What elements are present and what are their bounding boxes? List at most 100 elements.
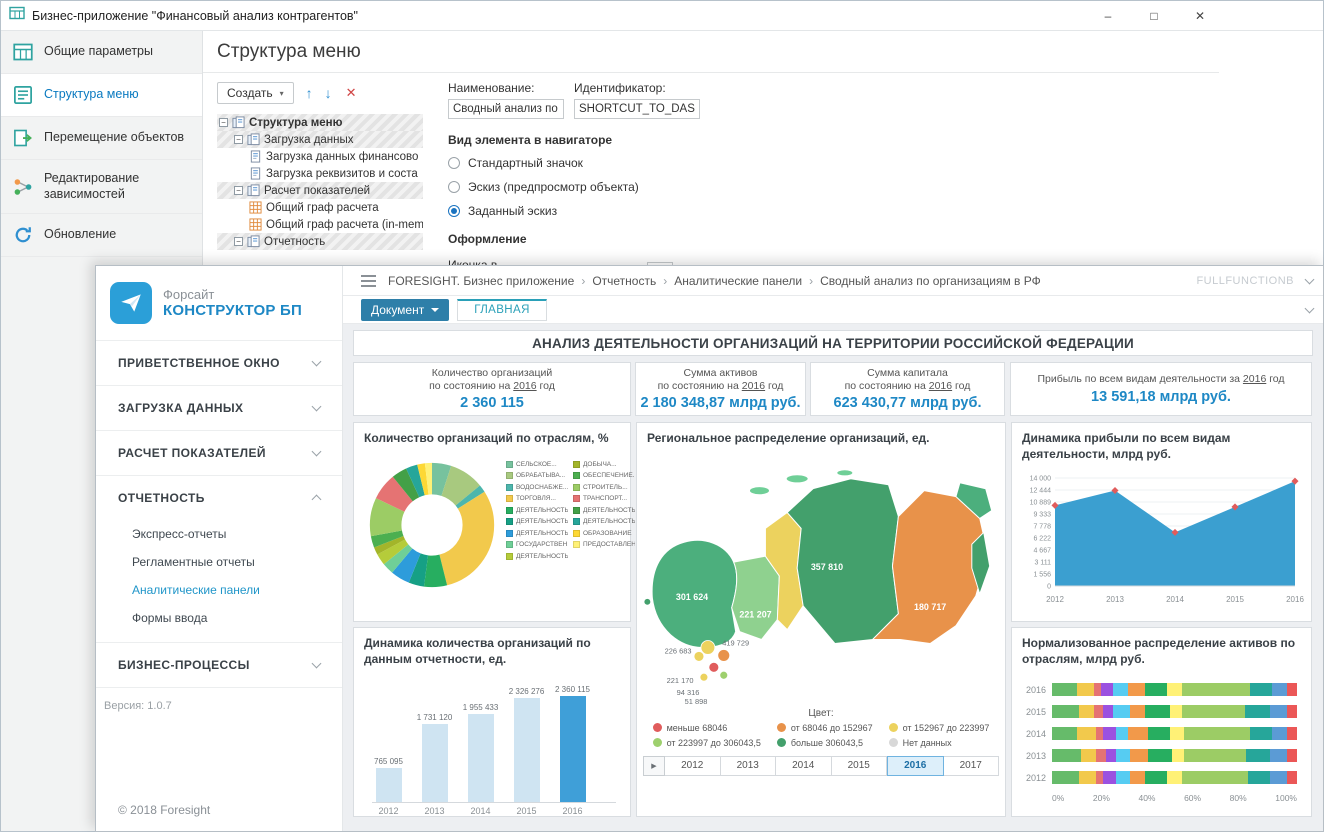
tab-main[interactable]: ГЛАВНАЯ bbox=[457, 299, 547, 321]
stacked-segment bbox=[1052, 705, 1079, 718]
radio-option[interactable]: Эскиз (предпросмотр объекта) bbox=[448, 180, 918, 194]
delete-button[interactable]: ✕ bbox=[346, 85, 357, 101]
stacked-segment bbox=[1128, 727, 1148, 740]
map-small-region[interactable] bbox=[701, 640, 715, 654]
nav-section[interactable]: ПРИВЕТСТВЕННОЕ ОКНО bbox=[96, 340, 342, 385]
kpi-year-link[interactable]: 2016 bbox=[929, 380, 952, 392]
play-icon: ▶ bbox=[651, 762, 656, 770]
collapse-icon[interactable]: − bbox=[234, 135, 243, 144]
org-dynamics-bar-chart: 765 0951 731 1201 955 4332 326 2762 360 … bbox=[372, 681, 616, 803]
nav-item[interactable]: Аналитические панели bbox=[96, 576, 342, 604]
map-small-region[interactable] bbox=[700, 673, 708, 681]
bg-sidebar-item[interactable]: Редактирование зависимостей bbox=[1, 160, 202, 214]
maximize-button[interactable]: □ bbox=[1131, 1, 1177, 31]
bg-sidebar-item[interactable]: Общие параметры bbox=[1, 31, 202, 74]
kpi-year-link[interactable]: 2016 bbox=[513, 380, 536, 392]
breadcrumb-item[interactable]: Аналитические панели bbox=[674, 274, 802, 288]
bar-group: 765 095 bbox=[372, 757, 405, 802]
map-legend-item: меньше 68046 bbox=[653, 723, 761, 733]
bar[interactable] bbox=[560, 696, 586, 802]
collapse-icon[interactable]: − bbox=[234, 237, 243, 246]
bg-sidebar-item[interactable]: Перемещение объектов bbox=[1, 117, 202, 160]
bar[interactable] bbox=[422, 724, 448, 802]
id-input[interactable] bbox=[574, 99, 700, 119]
legend-label: от 223997 до 306043,5 bbox=[667, 738, 761, 748]
stacked-bar[interactable] bbox=[1052, 727, 1297, 740]
document-button[interactable]: Документ bbox=[361, 299, 449, 321]
stacked-bar-row: 2014 bbox=[1022, 727, 1297, 740]
logo-title: Форсайт bbox=[163, 287, 302, 302]
stacked-segment bbox=[1052, 749, 1081, 762]
timeline-year[interactable]: 2013 bbox=[721, 756, 777, 776]
nav-section[interactable]: РАСЧЕТ ПОКАЗАТЕЛЕЙ bbox=[96, 430, 342, 475]
map-region-west-siberia[interactable] bbox=[732, 556, 780, 639]
move-up-button[interactable]: ↑ bbox=[306, 85, 313, 101]
timeline-year[interactable]: 2014 bbox=[776, 756, 832, 776]
stacked-bar[interactable] bbox=[1052, 749, 1297, 762]
tree-node[interactable]: Загрузка данных финансово bbox=[217, 148, 423, 165]
minimize-button[interactable]: – bbox=[1085, 1, 1131, 31]
stacked-segment bbox=[1182, 683, 1251, 696]
map-small-region[interactable] bbox=[709, 662, 719, 672]
logo-text: Форсайт КОНСТРУКТОР БП bbox=[163, 287, 302, 319]
stacked-segment bbox=[1184, 727, 1250, 740]
kpi-year-link[interactable]: 2016 bbox=[1243, 373, 1266, 385]
collapse-icon[interactable]: − bbox=[234, 186, 243, 195]
breadcrumb-item[interactable]: Сводный анализ по организациям в РФ bbox=[820, 274, 1041, 288]
move-down-button[interactable]: ↓ bbox=[325, 85, 332, 101]
stacked-segment bbox=[1081, 749, 1096, 762]
play-button[interactable]: ▶ bbox=[643, 756, 665, 776]
stacked-bar[interactable] bbox=[1052, 705, 1297, 718]
nav-item[interactable]: Регламентные отчеты bbox=[96, 548, 342, 576]
legend-swatch bbox=[573, 507, 580, 514]
tree-node[interactable]: −Структура меню bbox=[217, 114, 423, 131]
radio-option[interactable]: Стандартный значок bbox=[448, 156, 918, 170]
nav-section[interactable]: ЗАГРУЗКА ДАННЫХ bbox=[96, 385, 342, 430]
breadcrumb-item[interactable]: Отчетность bbox=[592, 274, 656, 288]
nav-section-label: ЗАГРУЗКА ДАННЫХ bbox=[118, 401, 243, 415]
close-button[interactable]: ✕ bbox=[1177, 1, 1223, 31]
map-small-region[interactable] bbox=[720, 671, 728, 679]
bar[interactable] bbox=[468, 714, 494, 802]
bar-value-label: 2 360 115 bbox=[555, 685, 590, 694]
radio-option[interactable]: Заданный эскиз bbox=[448, 204, 918, 218]
bar[interactable] bbox=[514, 698, 540, 802]
tree-node[interactable]: −Расчет показателей bbox=[217, 182, 423, 199]
map-small-region[interactable] bbox=[718, 649, 730, 661]
map-region-kaliningrad[interactable] bbox=[644, 598, 650, 604]
collapse-icon[interactable]: − bbox=[219, 118, 228, 127]
nav-section[interactable]: ОТЧЕТНОСТЬ bbox=[96, 475, 342, 520]
timeline-year[interactable]: 2012 bbox=[665, 756, 721, 776]
bar[interactable] bbox=[376, 768, 402, 802]
hamburger-menu-icon[interactable] bbox=[361, 275, 376, 287]
nav-item[interactable]: Экспресс-отчеты bbox=[96, 520, 342, 548]
bg-sidebar-item[interactable]: Структура меню bbox=[1, 74, 202, 117]
name-input[interactable] bbox=[448, 99, 564, 119]
chevron-down-icon[interactable] bbox=[1305, 274, 1315, 284]
breadcrumb-item[interactable]: FORESIGHT. Бизнес приложение bbox=[388, 274, 574, 288]
chevron-down-icon[interactable] bbox=[1305, 303, 1315, 313]
map-small-region[interactable] bbox=[694, 651, 704, 661]
stacked-segment bbox=[1250, 727, 1272, 740]
stacked-bar[interactable] bbox=[1052, 683, 1297, 696]
tree-node[interactable]: Загрузка реквизитов и соста bbox=[217, 165, 423, 182]
tree-node[interactable]: −Загрузка данных bbox=[217, 131, 423, 148]
tree-node[interactable]: Общий граф расчета bbox=[217, 199, 423, 216]
create-button[interactable]: Создать▾ bbox=[217, 82, 294, 104]
kpi-year-link[interactable]: 2016 bbox=[742, 380, 765, 392]
tree-node[interactable]: Общий граф расчета (in-mem bbox=[217, 216, 423, 233]
map-island bbox=[750, 486, 770, 494]
legend-item: ОБРАБАТЫВА... bbox=[506, 472, 568, 479]
legend-swatch bbox=[506, 461, 513, 468]
stacked-bar[interactable] bbox=[1052, 771, 1297, 784]
tree-node[interactable]: −Отчетность bbox=[217, 233, 423, 250]
timeline-year[interactable]: 2016 bbox=[887, 756, 944, 776]
timeline-year[interactable]: 2015 bbox=[832, 756, 888, 776]
timeline-year[interactable]: 2017 bbox=[944, 756, 1000, 776]
caret-down-icon bbox=[431, 308, 439, 312]
map-value-label: 419 729 bbox=[722, 638, 749, 647]
nav-item[interactable]: Формы ввода bbox=[96, 604, 342, 632]
bg-sidebar-item[interactable]: Обновление bbox=[1, 214, 202, 257]
grid-icon bbox=[13, 42, 33, 62]
nav-section[interactable]: БИЗНЕС-ПРОЦЕССЫ bbox=[96, 642, 342, 687]
